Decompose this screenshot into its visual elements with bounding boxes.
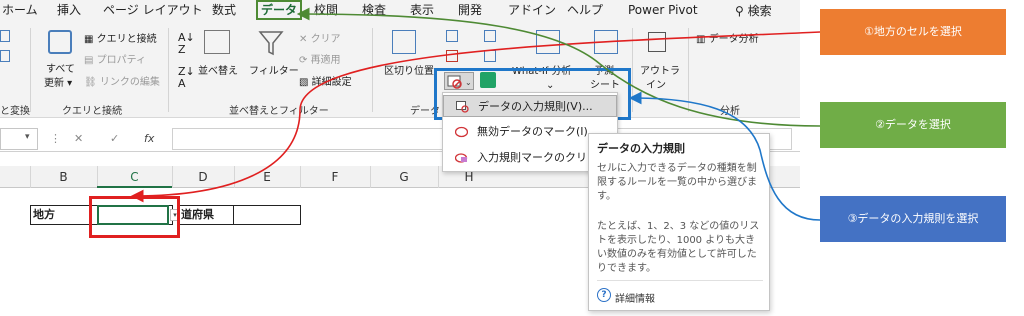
callout-step1: ①地方のセルを選択 bbox=[820, 9, 1006, 55]
excel-window: ホーム 挿入 ページ レイアウト 数式 データ 校閲 検査 表示 開発 アドイン… bbox=[0, 0, 1024, 316]
callout-step3: ③データの入力規則を選択 bbox=[820, 196, 1006, 242]
callout-step2: ②データを選択 bbox=[820, 102, 1006, 148]
